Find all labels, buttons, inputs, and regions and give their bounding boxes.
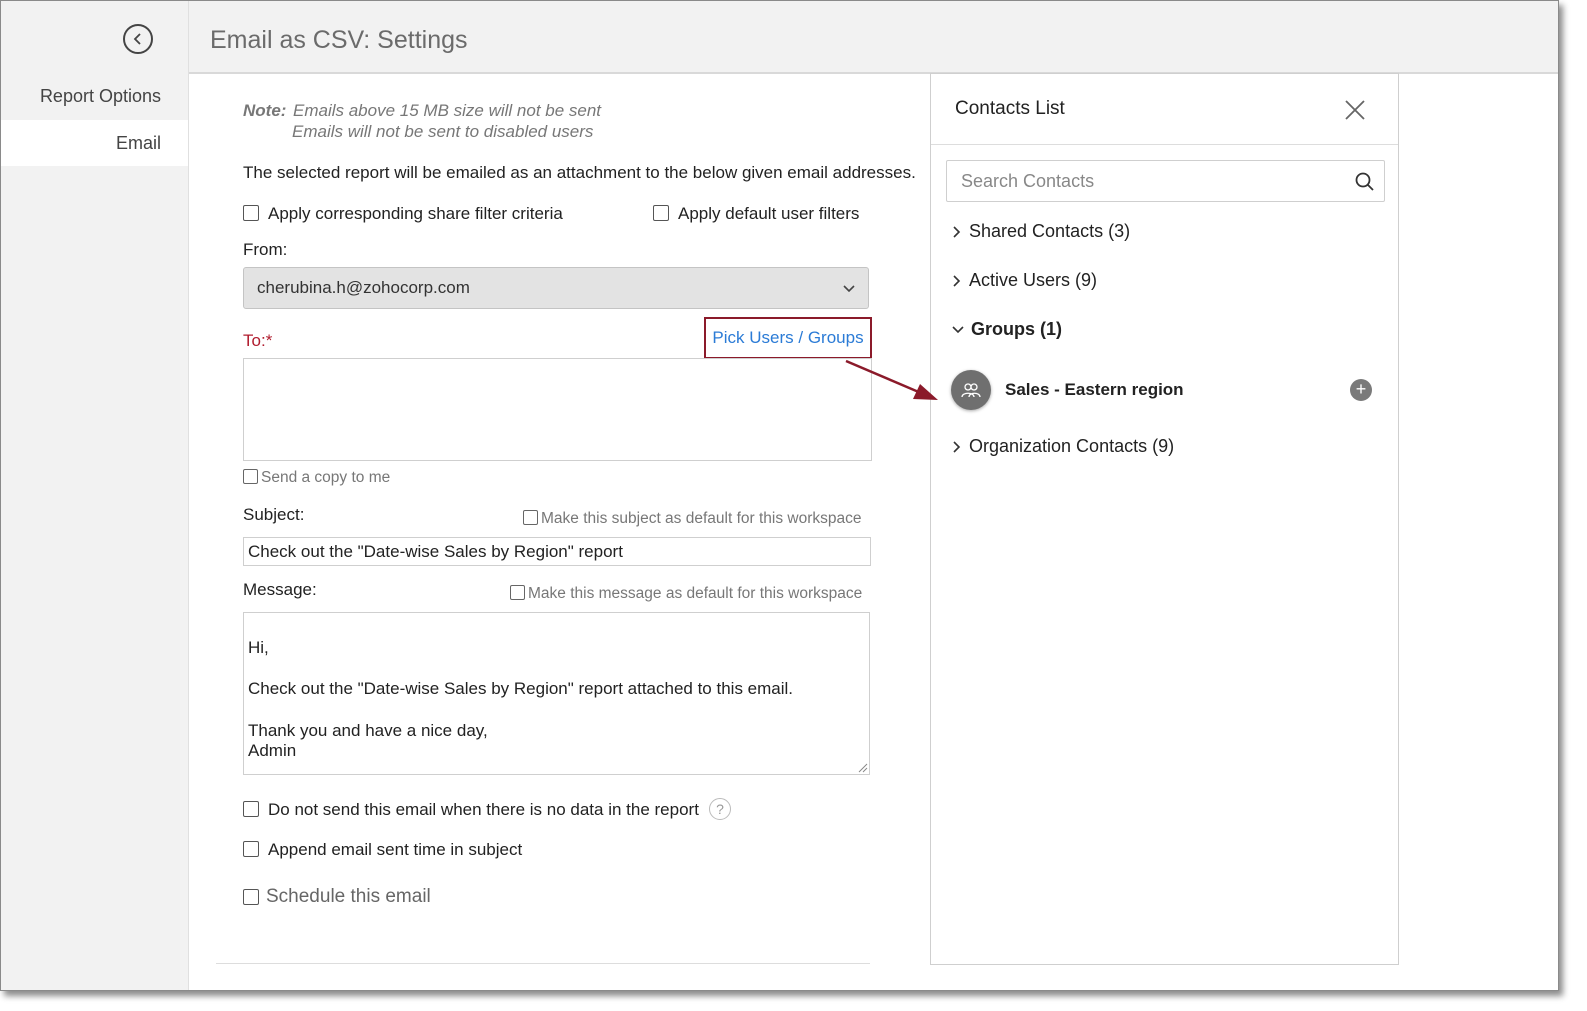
tree-item-shared-contacts[interactable]: Shared Contacts (3) — [951, 221, 1130, 242]
chevron-down-icon — [952, 325, 964, 333]
no-data-checkbox[interactable] — [243, 801, 259, 817]
schedule-checkbox[interactable] — [243, 889, 259, 905]
search-placeholder: Search Contacts — [961, 171, 1095, 191]
tree-item-organization-contacts[interactable]: Organization Contacts (9) — [951, 436, 1174, 457]
append-time-checkbox[interactable] — [243, 841, 259, 857]
to-label: To:* — [243, 331, 273, 350]
chevron-down-icon — [843, 285, 855, 293]
user-filter-checkbox[interactable] — [653, 205, 669, 221]
sidebar-item-email[interactable]: Email — [1, 120, 188, 166]
resize-handle-icon[interactable] — [856, 761, 868, 773]
send-copy-checkbox[interactable] — [243, 469, 258, 484]
search-contacts-input[interactable]: Search Contacts — [946, 160, 1385, 202]
users-icon — [961, 383, 981, 398]
close-icon[interactable] — [1343, 98, 1367, 122]
subject-default-checkbox[interactable] — [523, 510, 538, 525]
from-value: cherubina.h@zohocorp.com — [257, 278, 470, 297]
message-label: Message: — [243, 580, 317, 599]
pick-users-groups-link[interactable]: Pick Users / Groups — [704, 317, 872, 359]
sidebar: Report Options Email — [1, 1, 189, 990]
chevron-right-icon — [953, 440, 961, 453]
panel-divider — [931, 144, 1398, 145]
help-icon[interactable]: ? — [709, 798, 731, 820]
sidebar-item-report-options[interactable]: Report Options — [40, 86, 161, 107]
contacts-panel-title: Contacts List — [955, 98, 1065, 119]
chevron-left-icon — [133, 33, 141, 45]
subject-input[interactable]: Check out the "Date-wise Sales by Region… — [243, 537, 871, 566]
no-data-label: Do not send this email when there is no … — [268, 800, 699, 819]
required-mark: * — [265, 331, 273, 350]
tree-item-active-users[interactable]: Active Users (9) — [951, 270, 1097, 291]
app-window: Report Options Email Email as CSV: Setti… — [0, 0, 1559, 991]
search-icon[interactable] — [1354, 171, 1376, 193]
contacts-panel: Contacts List Search Contacts Shared Con… — [930, 73, 1399, 965]
user-filter-label: Apply default user filters — [678, 204, 860, 223]
message-text: Hi, Check out the "Date-wise Sales by Re… — [248, 637, 794, 761]
message-textarea[interactable]: Hi, Check out the "Date-wise Sales by Re… — [243, 612, 870, 775]
send-copy-label: Send a copy to me — [261, 469, 391, 486]
from-select[interactable]: cherubina.h@zohocorp.com — [243, 267, 869, 309]
share-filter-label: Apply corresponding share filter criteri… — [268, 204, 563, 223]
tree-item-groups[interactable]: Groups (1) — [951, 319, 1062, 340]
back-button[interactable] — [123, 24, 153, 54]
message-default-label: Make this message as default for this wo… — [528, 585, 863, 602]
description-text: The selected report will be emailed as a… — [243, 163, 916, 182]
to-field[interactable] — [243, 358, 872, 461]
note-label: Note: — [243, 101, 287, 120]
share-filter-checkbox[interactable] — [243, 205, 259, 221]
group-avatar — [951, 370, 991, 410]
group-name: Sales - Eastern region — [1005, 380, 1184, 399]
message-default-checkbox[interactable] — [510, 585, 525, 600]
group-item[interactable]: Sales - Eastern region + — [951, 370, 1375, 412]
page-title: Email as CSV: Settings — [210, 26, 468, 54]
append-time-label: Append email sent time in subject — [268, 840, 523, 859]
schedule-label: Schedule this email — [266, 886, 431, 907]
add-group-button[interactable]: + — [1350, 379, 1372, 401]
subject-label: Subject: — [243, 505, 305, 524]
page-header: Email as CSV: Settings — [189, 1, 1558, 74]
chevron-right-icon — [953, 274, 961, 287]
subject-default-label: Make this subject as default for this wo… — [541, 510, 862, 527]
form-divider — [216, 963, 870, 964]
note-line-2: Emails will not be sent to disabled user… — [292, 122, 594, 141]
note-line-1: Emails above 15 MB size will not be sent — [293, 101, 602, 120]
from-label: From: — [243, 240, 288, 259]
chevron-right-icon — [953, 225, 961, 238]
